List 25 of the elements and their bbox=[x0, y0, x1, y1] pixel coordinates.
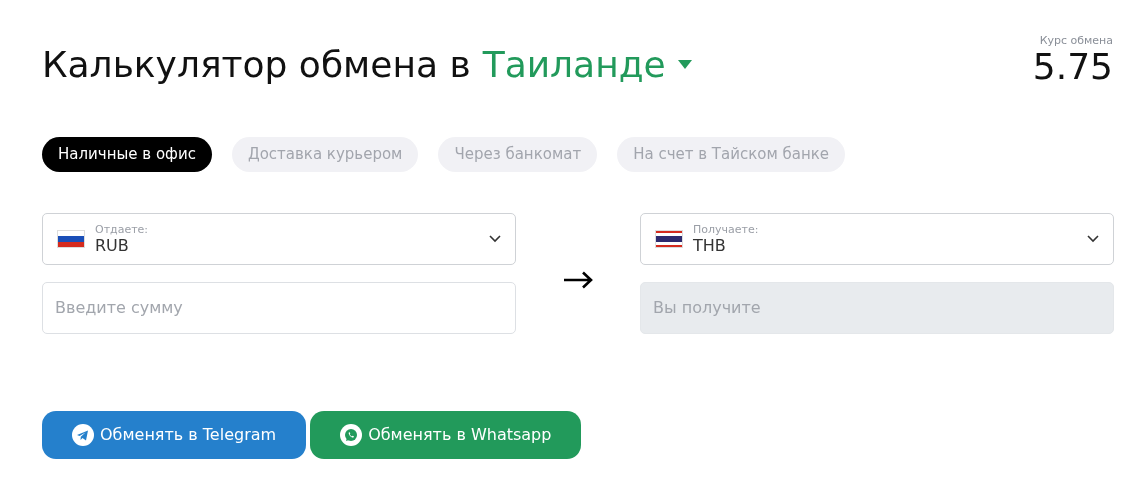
currency-select[interactable]: Отдаете: RUB bbox=[42, 212, 516, 265]
field-label: Отдаете: bbox=[95, 222, 150, 236]
method-tab[interactable]: Доставка курьером bbox=[231, 136, 419, 172]
flag-icon bbox=[57, 228, 85, 249]
exchange-button[interactable]: Обменять в Whatsapp bbox=[310, 410, 582, 459]
caret-icon bbox=[677, 60, 692, 69]
method-tab[interactable]: Через банкомат bbox=[438, 136, 598, 172]
paper-plane-icon bbox=[72, 423, 94, 446]
currency-value: THB bbox=[693, 235, 727, 255]
amount-field[interactable]: Введите сумму bbox=[42, 281, 516, 334]
flag-icon bbox=[655, 228, 683, 249]
phone-bubble-icon bbox=[340, 423, 363, 446]
chevron-down-icon bbox=[1087, 234, 1099, 243]
rate-value: 5.75 bbox=[1032, 47, 1113, 87]
exchange-button[interactable]: Обменять в Telegram bbox=[42, 410, 307, 459]
page-title: Калькулятор обмена в bbox=[42, 44, 471, 85]
currency-select[interactable]: Получаете: THB bbox=[640, 212, 1114, 265]
arrow-right-icon bbox=[563, 270, 593, 289]
currency-value: RUB bbox=[95, 235, 130, 255]
chevron-down-icon bbox=[489, 234, 501, 243]
field-label: Получаете: bbox=[693, 222, 760, 236]
method-tab[interactable]: Наличные в офис bbox=[42, 136, 212, 172]
rate-label: Курс обмена bbox=[1039, 34, 1113, 47]
location-dropdown[interactable]: Таиланде bbox=[482, 44, 692, 85]
method-tab[interactable]: На счет в Тайском банке bbox=[617, 136, 846, 172]
